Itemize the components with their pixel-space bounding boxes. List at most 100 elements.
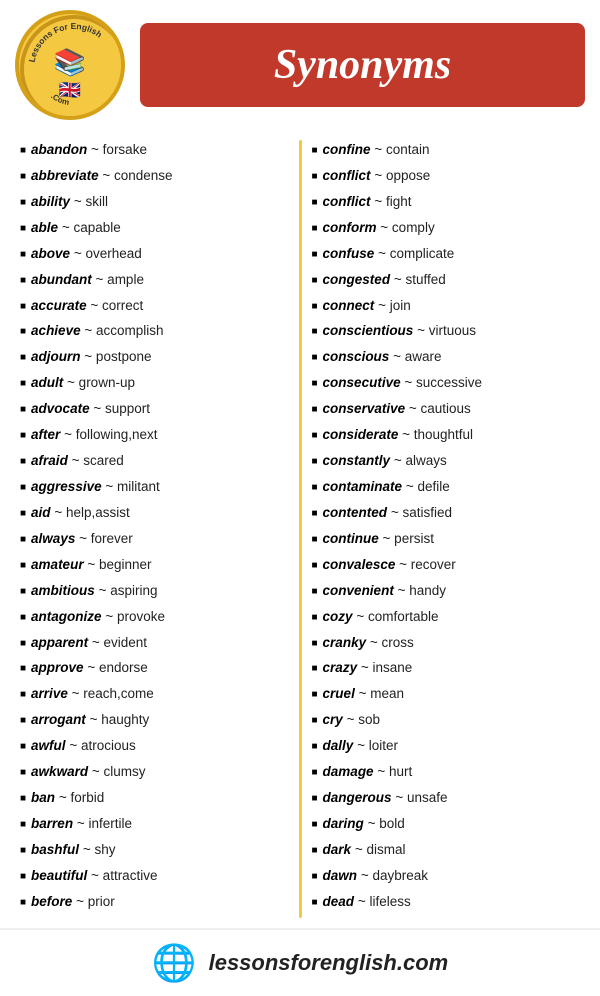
bullet-icon: ■ <box>20 713 26 729</box>
synonym: ~ cautious <box>405 401 471 416</box>
list-item: ■amateur ~ beginner <box>20 555 289 576</box>
bullet-icon: ■ <box>20 636 26 652</box>
word: amateur <box>31 557 84 572</box>
bullet-icon: ■ <box>20 402 26 418</box>
list-item: ■abbreviate ~ condense <box>20 166 289 187</box>
bullet-icon: ■ <box>20 169 26 185</box>
synonym: ~ forbid <box>55 790 104 805</box>
bullet-icon: ■ <box>312 273 318 289</box>
word: beautiful <box>31 868 87 883</box>
bullet-icon: ■ <box>312 687 318 703</box>
word: confuse <box>323 246 375 261</box>
synonym: ~ prior <box>72 894 114 909</box>
synonym: ~ grown-up <box>63 375 135 390</box>
list-item: ■contaminate ~ defile <box>312 477 581 498</box>
synonym: ~ provoke <box>102 609 165 624</box>
synonym: ~ following,next <box>60 427 157 442</box>
synonym: ~ militant <box>102 479 160 494</box>
logo-circle: Lessons For English .Com 📚 🇬🇧 <box>15 10 125 120</box>
list-item: ■conservative ~ cautious <box>312 399 581 420</box>
list-item: ■connect ~ join <box>312 296 581 317</box>
word: always <box>31 531 75 546</box>
word: connect <box>323 298 375 313</box>
synonym: ~ forever <box>75 531 132 546</box>
synonym: ~ complicate <box>374 246 454 261</box>
bullet-icon: ■ <box>312 143 318 159</box>
synonym: ~ loiter <box>353 738 398 753</box>
word: arrive <box>31 686 68 701</box>
bullet-icon: ■ <box>312 869 318 885</box>
bullet-icon: ■ <box>312 376 318 392</box>
bullet-icon: ■ <box>20 143 26 159</box>
bullet-icon: ■ <box>312 428 318 444</box>
word: awful <box>31 738 66 753</box>
word: apparent <box>31 635 88 650</box>
bullet-icon: ■ <box>20 610 26 626</box>
word: cruel <box>323 686 355 701</box>
list-item: ■damage ~ hurt <box>312 762 581 783</box>
bullet-icon: ■ <box>312 506 318 522</box>
word: conflict <box>323 168 371 183</box>
synonym: ~ successive <box>401 375 482 390</box>
word: above <box>31 246 70 261</box>
synonym: ~ infertile <box>73 816 132 831</box>
bullet-icon: ■ <box>20 869 26 885</box>
word: abandon <box>31 142 87 157</box>
word: consecutive <box>323 375 401 390</box>
list-item: ■ considerate ~ thoughtful <box>312 425 581 446</box>
list-item: ■continue ~ persist <box>312 529 581 550</box>
synonym: ~ thoughtful <box>398 427 473 442</box>
word: before <box>31 894 72 909</box>
list-item: ■antagonize ~ provoke <box>20 607 289 628</box>
bullet-icon: ■ <box>20 584 26 600</box>
synonym: ~ capable <box>58 220 121 235</box>
list-item: ■accurate ~ correct <box>20 296 289 317</box>
bullet-icon: ■ <box>20 428 26 444</box>
synonym: ~ atrocious <box>66 738 136 753</box>
synonym: ~ lifeless <box>354 894 411 909</box>
footer-url[interactable]: lessonsforenglish.com <box>209 950 449 976</box>
synonym: ~ shy <box>79 842 115 857</box>
title-banner: Synonyms <box>140 23 585 107</box>
left-column: ■abandon ~ forsake■abbreviate ~ condense… <box>15 140 294 918</box>
bullet-icon: ■ <box>20 532 26 548</box>
synonym: ~ scared <box>68 453 124 468</box>
list-item: ■ consecutive ~ successive <box>312 373 581 394</box>
synonym: ~ condense <box>99 168 173 183</box>
word: achieve <box>31 323 81 338</box>
bullet-icon: ■ <box>20 843 26 859</box>
synonym: ~ virtuous <box>413 323 476 338</box>
word: dark <box>323 842 352 857</box>
list-item: ■conflict ~ fight <box>312 192 581 213</box>
bullet-icon: ■ <box>312 739 318 755</box>
synonym: ~ mean <box>355 686 404 701</box>
bullet-icon: ■ <box>312 791 318 807</box>
word: arrogant <box>31 712 86 727</box>
list-item: ■constantly ~ always <box>312 451 581 472</box>
word: daring <box>323 816 364 831</box>
content-area: ■abandon ~ forsake■abbreviate ~ condense… <box>0 130 600 928</box>
synonym: ~ postpone <box>81 349 152 364</box>
bullet-icon: ■ <box>312 713 318 729</box>
word: considerate <box>323 427 399 442</box>
word: barren <box>31 816 73 831</box>
list-item: ■cry ~ sob <box>312 710 581 731</box>
bullet-icon: ■ <box>20 558 26 574</box>
bullet-icon: ■ <box>20 247 26 263</box>
right-column: ■confine ~ contain■conflict ~ oppose■con… <box>307 140 586 918</box>
list-item: ■before ~ prior <box>20 892 289 913</box>
list-item: ■cranky ~ cross <box>312 633 581 654</box>
synonym: ~ overhead <box>70 246 142 261</box>
synonym: ~ dismal <box>351 842 405 857</box>
synonym: ~ support <box>90 401 150 416</box>
synonym: ~ ample <box>92 272 144 287</box>
synonym: ~ sob <box>343 712 380 727</box>
bullet-icon: ■ <box>20 480 26 496</box>
list-item: ■aid ~ help,assist <box>20 503 289 524</box>
list-item: ■abandon ~ forsake <box>20 140 289 161</box>
synonym: ~ accomplish <box>81 323 164 338</box>
bullet-icon: ■ <box>20 195 26 211</box>
bullet-icon: ■ <box>20 376 26 392</box>
bullet-icon: ■ <box>312 817 318 833</box>
list-item: ■arrive ~ reach,come <box>20 684 289 705</box>
